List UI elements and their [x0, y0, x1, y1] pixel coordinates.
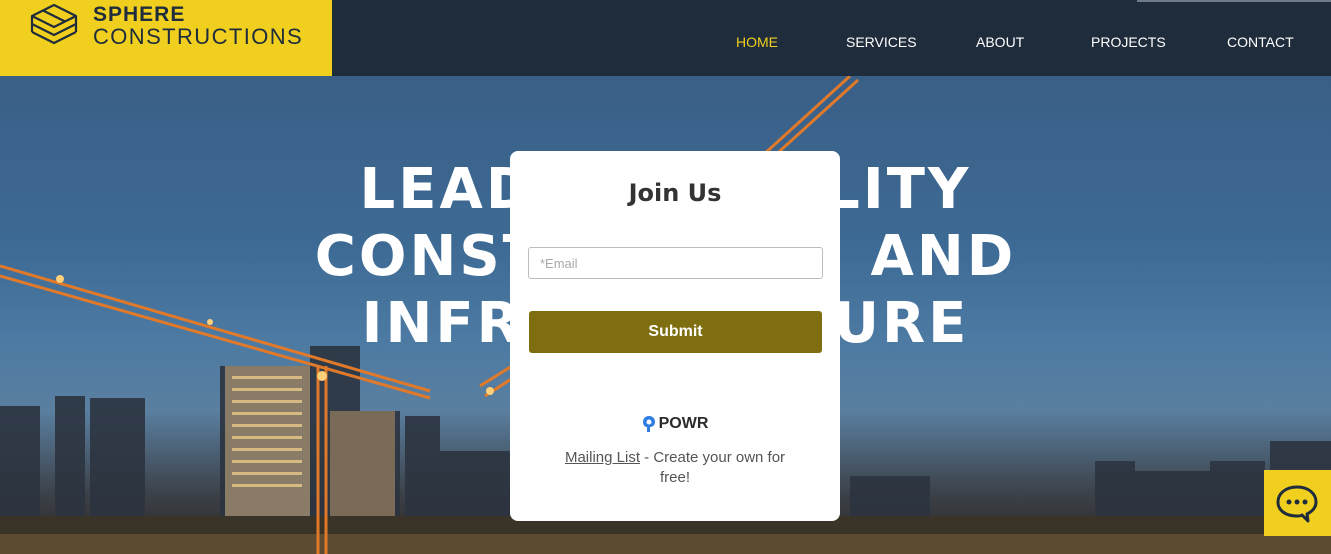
- logo[interactable]: SPHERE CONSTRUCTIONS: [0, 0, 332, 77]
- chat-button[interactable]: [1264, 470, 1331, 536]
- email-input[interactable]: [528, 247, 823, 279]
- submit-button[interactable]: Submit: [529, 311, 822, 353]
- site-header: SPHERE CONSTRUCTIONS HOME SERVICES ABOUT…: [0, 0, 1331, 77]
- logo-cube-icon: [30, 3, 78, 45]
- header-top-divider: [1137, 0, 1331, 2]
- powr-credit: Mailing List - Create your own for free!: [550, 448, 800, 488]
- nav-projects[interactable]: PROJECTS: [1091, 34, 1166, 50]
- chat-bubble-icon: [1276, 485, 1318, 523]
- nav-about[interactable]: ABOUT: [976, 34, 1024, 50]
- powr-logo-icon: [642, 416, 655, 432]
- brand-name-line2: CONSTRUCTIONS: [93, 24, 304, 49]
- nav-contact[interactable]: CONTACT: [1227, 34, 1294, 50]
- popup-title: Join Us: [628, 179, 722, 207]
- join-us-popup: Join Us Submit POWR Mailing List - Creat…: [510, 151, 840, 521]
- powr-branding[interactable]: POWR: [510, 415, 840, 433]
- credit-text: - Create your own for free!: [639, 449, 786, 486]
- powr-name: POWR: [658, 415, 709, 433]
- mailing-list-link[interactable]: Mailing List: [565, 449, 640, 466]
- nav-services[interactable]: SERVICES: [846, 34, 917, 50]
- nav-home[interactable]: HOME: [736, 34, 778, 50]
